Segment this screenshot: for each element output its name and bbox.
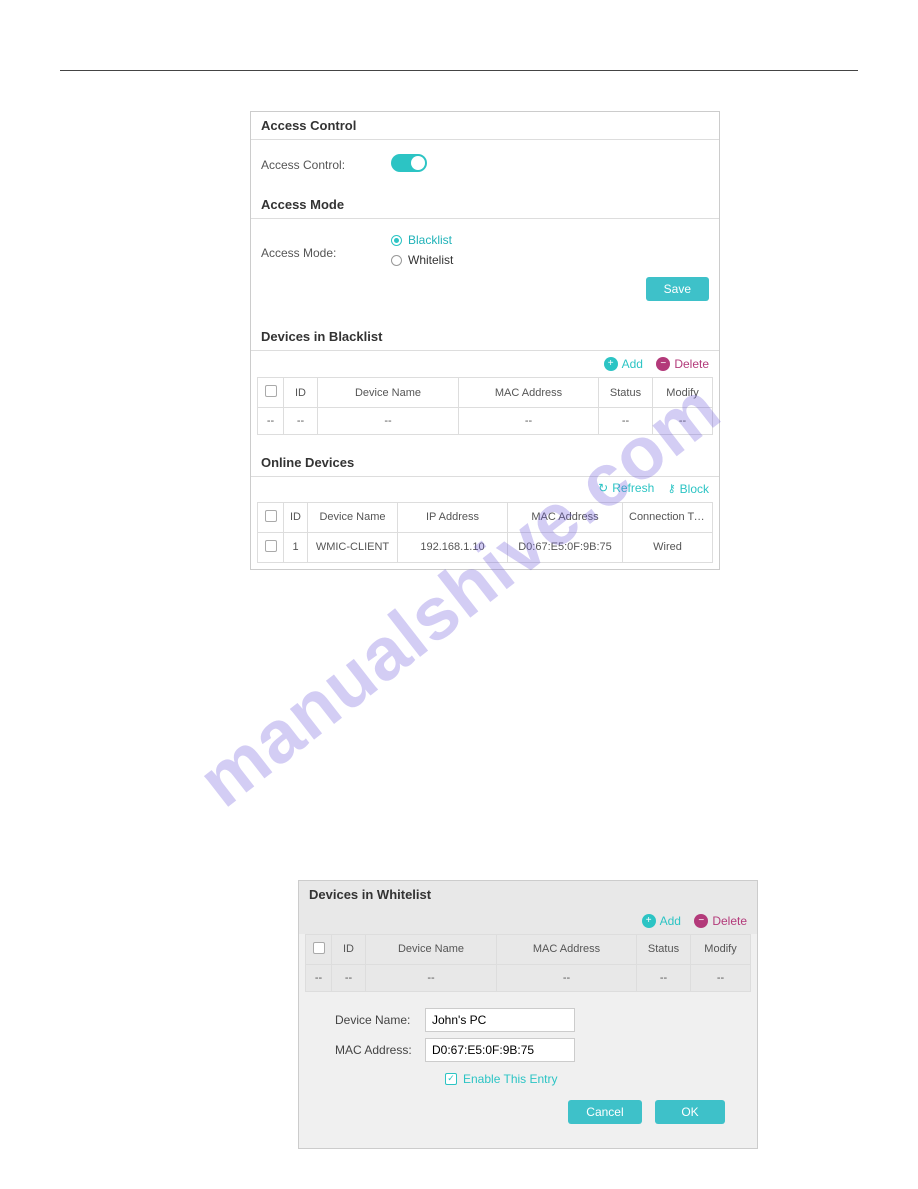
col-devicename: Device Name [366,934,497,964]
cell: -- [284,408,318,435]
table-header: ID Device Name IP Address MAC Address Co… [258,502,713,532]
block-label: Block [680,482,709,496]
devices-whitelist-panel: Devices in Whitelist + Add − Delete ID D… [298,880,758,1149]
cell: 192.168.1.10 [398,532,508,562]
access-mode-label: Access Mode: [261,246,391,260]
mac-label: MAC Address: [315,1043,425,1057]
mac-input[interactable] [425,1038,575,1062]
delete-link[interactable]: − Delete [694,914,747,928]
row-checkbox[interactable] [265,540,277,552]
cell: -- [497,964,637,991]
col-modify: Modify [691,934,751,964]
access-control-panel: Access Control Access Control: Access Mo… [250,111,720,570]
device-name-label: Device Name: [315,1013,425,1027]
radio-blacklist[interactable]: Blacklist [391,233,709,247]
device-name-input[interactable] [425,1008,575,1032]
access-mode-row: Access Mode: Blacklist Whitelist [251,219,719,273]
delete-link[interactable]: − Delete [656,357,709,371]
table-header: ID Device Name MAC Address Status Modify [306,934,751,964]
cell: -- [459,408,599,435]
enable-entry-label: Enable This Entry [463,1072,558,1086]
delete-label: Delete [674,357,709,371]
table-header: ID Device Name MAC Address Status Modify [258,378,713,408]
col-id: ID [332,934,366,964]
cell: -- [691,964,751,991]
col-modify: Modify [653,378,713,408]
col-id: ID [284,502,308,532]
access-control-title: Access Control [251,112,719,139]
select-all-checkbox[interactable] [265,385,277,397]
cell: -- [637,964,691,991]
table-row: -- -- -- -- -- -- [258,408,713,435]
access-mode-title: Access Mode [251,185,719,218]
save-button[interactable]: Save [646,277,709,301]
block-link[interactable]: ⚷ Block [668,482,709,496]
cell: D0:67:E5:0F:9B:75 [508,532,623,562]
online-actions: ↻ Refresh ⚷ Block [251,477,719,502]
cell: -- [306,964,332,991]
delete-label: Delete [712,914,747,928]
cell: WMIC-CLIENT [308,532,398,562]
cell: -- [318,408,459,435]
col-mac: MAC Address [508,502,623,532]
refresh-icon: ↻ [598,481,608,495]
select-all-checkbox[interactable] [265,510,277,522]
refresh-link[interactable]: ↻ Refresh [598,481,654,495]
col-devicename: Device Name [308,502,398,532]
col-id: ID [284,378,318,408]
refresh-label: Refresh [612,481,654,495]
radio-icon-blacklist [391,235,402,246]
col-status: Status [637,934,691,964]
save-row: Save [251,273,719,317]
radio-whitelist[interactable]: Whitelist [391,253,709,267]
plus-icon: + [642,914,656,928]
add-label: Add [622,357,643,371]
radio-label-blacklist: Blacklist [408,233,452,247]
cell: -- [366,964,497,991]
plus-icon: + [604,357,618,371]
cancel-button[interactable]: Cancel [568,1100,641,1124]
col-mac: MAC Address [497,934,637,964]
key-icon: ⚷ [668,482,676,495]
add-link[interactable]: + Add [604,357,643,371]
radio-icon-whitelist [391,255,402,266]
col-status: Status [599,378,653,408]
whitelist-actions: + Add − Delete [299,908,757,934]
col-mac: MAC Address [459,378,599,408]
minus-icon: − [694,914,708,928]
blacklist-table: ID Device Name MAC Address Status Modify… [257,377,713,435]
table-row: -- -- -- -- -- -- [306,964,751,991]
cell: -- [653,408,713,435]
add-link[interactable]: + Add [642,914,681,928]
cell: 1 [284,532,308,562]
online-devices-title: Online Devices [251,443,719,476]
whitelist-title: Devices in Whitelist [299,881,757,908]
cell: -- [599,408,653,435]
devices-blacklist-title: Devices in Blacklist [251,317,719,350]
access-control-toggle[interactable] [391,154,427,172]
add-label: Add [660,914,681,928]
access-control-row: Access Control: [251,140,719,185]
select-all-checkbox[interactable] [313,942,325,954]
check-icon: ✓ [445,1073,457,1085]
cell: -- [332,964,366,991]
minus-icon: − [656,357,670,371]
col-conntype: Connection Type [623,502,713,532]
cell: -- [258,408,284,435]
blacklist-actions: + Add − Delete [251,351,719,377]
table-row: 1 WMIC-CLIENT 192.168.1.10 D0:67:E5:0F:9… [258,532,713,562]
col-devicename: Device Name [318,378,459,408]
ok-button[interactable]: OK [655,1100,725,1124]
page-top-rule [60,70,858,71]
whitelist-form: Device Name: MAC Address: ✓ Enable This … [299,992,757,1148]
whitelist-table: ID Device Name MAC Address Status Modify… [305,934,751,992]
radio-label-whitelist: Whitelist [408,253,453,267]
col-ip: IP Address [398,502,508,532]
online-devices-table: ID Device Name IP Address MAC Address Co… [257,502,713,563]
access-control-label: Access Control: [261,158,391,172]
cell: Wired [623,532,713,562]
enable-entry-checkbox[interactable]: ✓ Enable This Entry [315,1068,741,1086]
